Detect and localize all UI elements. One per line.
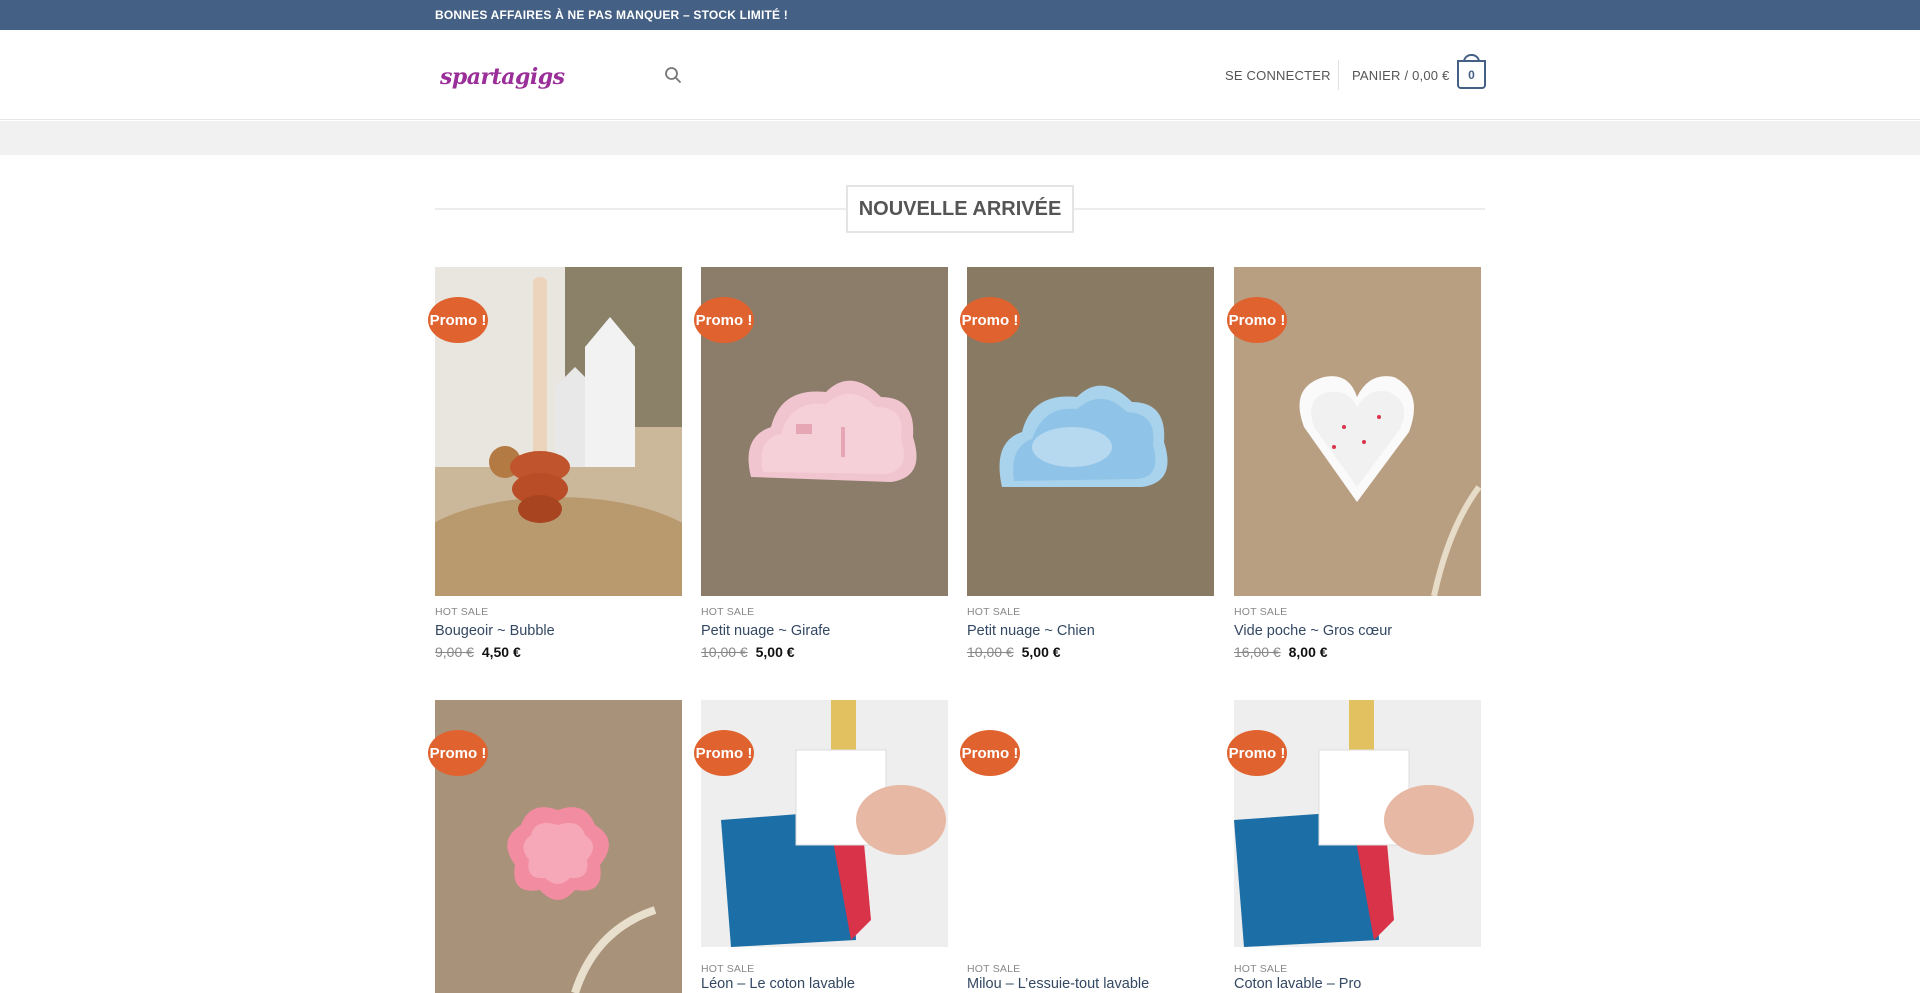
sale-price: 8,00 € [1288, 644, 1328, 660]
sale-price: 5,00 € [755, 644, 795, 660]
product-category: HOT SALE [1234, 963, 1288, 975]
promo-badge: Promo ! [1227, 297, 1287, 343]
promo-badge: Promo ! [694, 297, 754, 343]
product-category: HOT SALE [435, 606, 489, 618]
promo-badge: Promo ! [1227, 730, 1287, 776]
product-name[interactable]: Petit nuage ~ Chien [967, 623, 1095, 639]
logo-text: spartagigs [440, 64, 565, 90]
old-price: 9,00 € [435, 644, 474, 660]
sale-price: 4,50 € [481, 644, 521, 660]
login-link[interactable]: SE CONNECTER [1225, 68, 1331, 83]
cart-count-badge[interactable]: 0 [1457, 60, 1486, 89]
old-price: 10,00 € [701, 644, 748, 660]
product-category: HOT SALE [701, 606, 755, 618]
cart-link[interactable]: PANIER / 0,00 € [1352, 68, 1449, 83]
product-name[interactable]: Petit nuage ~ Girafe [701, 623, 830, 639]
product-name[interactable]: Bougeoir ~ Bubble [435, 623, 555, 639]
product-name[interactable]: Vide poche ~ Gros cœur [1234, 623, 1392, 639]
product-name[interactable]: Léon – Le coton lavable [701, 976, 855, 992]
old-price: 10,00 € [967, 644, 1014, 660]
promo-badge: Promo ! [694, 730, 754, 776]
price-row: 16,00 € 8,00 € [1234, 644, 1328, 660]
price-row: 10,00 € 5,00 € [967, 644, 1061, 660]
product-category: HOT SALE [701, 963, 755, 975]
product-category: HOT SALE [967, 606, 1021, 618]
section-title: NOUVELLE ARRIVÉE [846, 185, 1074, 233]
promo-badge: Promo ! [960, 730, 1020, 776]
product-category: HOT SALE [1234, 606, 1288, 618]
product-category: HOT SALE [967, 963, 1021, 975]
announcement-text: BONNES AFFAIRES À NE PAS MANQUER – STOCK… [435, 8, 788, 22]
breadcrumb-strip [0, 121, 1920, 155]
promo-badge: Promo ! [428, 730, 488, 776]
top-announcement-bar: BONNES AFFAIRES À NE PAS MANQUER – STOCK… [0, 0, 1920, 30]
price-row: 10,00 € 5,00 € [701, 644, 795, 660]
promo-badge: Promo ! [428, 297, 488, 343]
sale-price: 5,00 € [1021, 644, 1061, 660]
header-divider [1338, 60, 1339, 90]
product-name[interactable]: Coton lavable – Pro [1234, 976, 1361, 992]
promo-badge: Promo ! [960, 297, 1020, 343]
search-icon[interactable] [664, 66, 682, 84]
site-logo[interactable]: spartagigs [440, 64, 565, 90]
product-name[interactable]: Milou – L’essuie-tout lavable [967, 976, 1149, 992]
site-header: spartagigs SE CONNECTER PANIER / 0,00 € … [0, 30, 1920, 120]
price-row: 9,00 € 4,50 € [435, 644, 521, 660]
old-price: 16,00 € [1234, 644, 1281, 660]
